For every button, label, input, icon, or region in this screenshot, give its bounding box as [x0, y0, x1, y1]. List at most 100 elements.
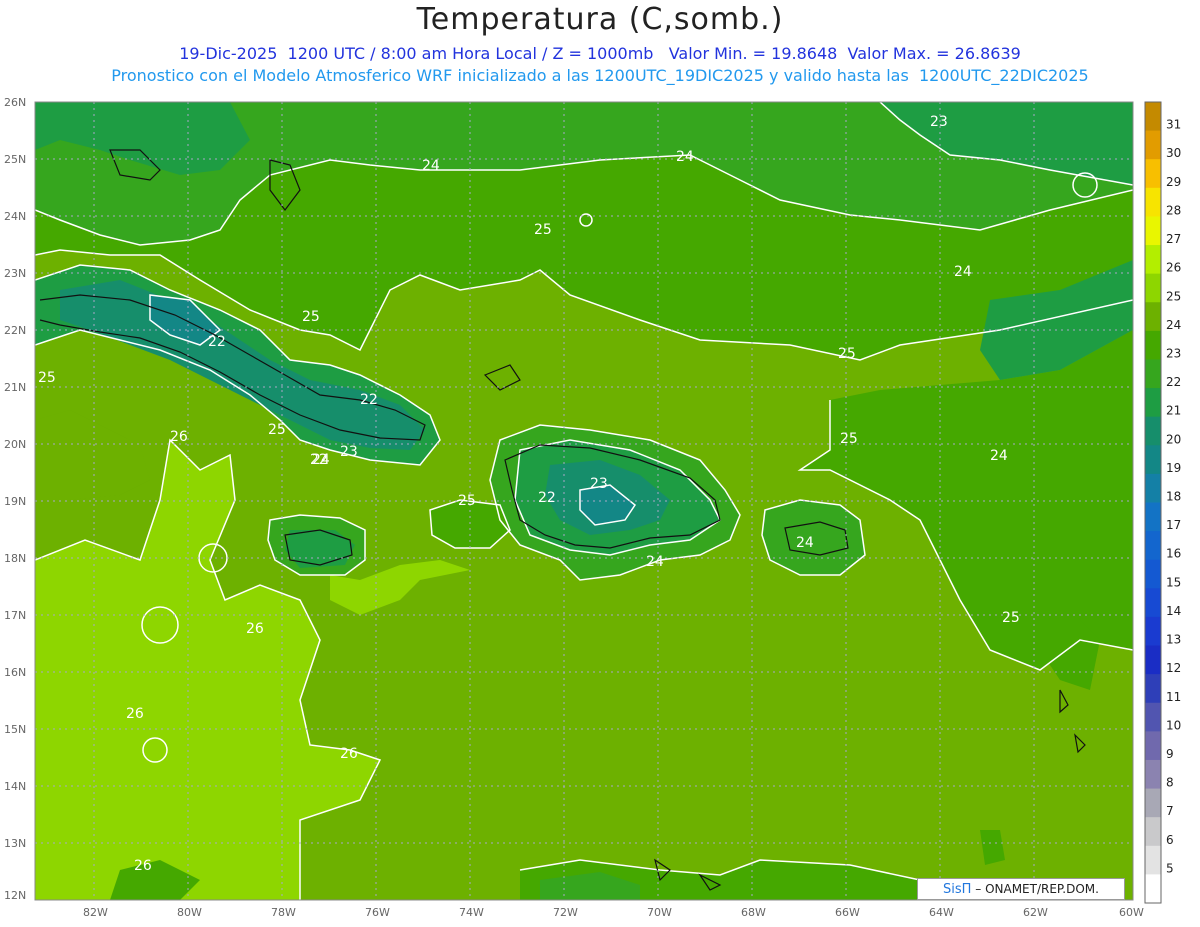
lon-label: 76W — [365, 906, 390, 919]
colorbar-label: 25 — [1166, 289, 1181, 303]
colorbar-label: 8 — [1166, 776, 1174, 790]
colorbar-label: 10 — [1166, 718, 1181, 732]
lon-label: 78W — [271, 906, 296, 919]
lat-label: 14N — [4, 780, 26, 793]
lat-label: 22N — [4, 324, 26, 337]
colorbar-swatch — [1145, 559, 1161, 589]
contour-label: 24 — [646, 554, 664, 570]
colorbar-label: 11 — [1166, 690, 1181, 704]
contour-label: 25 — [838, 346, 856, 362]
contour-label: 23 — [590, 476, 608, 492]
colorbar-swatch — [1145, 273, 1161, 303]
colorbar-swatch — [1145, 473, 1161, 503]
latitude-axis: 26N 25N 24N 23N 22N 21N 20N 19N 18N 17N … — [4, 96, 26, 902]
colorbar-label: 5 — [1166, 861, 1174, 875]
lon-label: 74W — [459, 906, 484, 919]
lon-label: 66W — [835, 906, 860, 919]
contour-label: 24 — [954, 264, 972, 280]
colorbar: 31 30 29 28 27 26 25 24 23 22 21 20 19 18 17 16 15 14 13 12… — [1144, 101, 1181, 904]
colorbar-swatch — [1145, 645, 1161, 675]
lat-label: 15N — [4, 723, 26, 736]
colorbar-label: 9 — [1166, 747, 1174, 761]
colorbar-swatch — [1145, 531, 1161, 561]
contour-label: 25 — [534, 222, 552, 238]
lat-label: 18N — [4, 552, 26, 565]
colorbar-label: 26 — [1166, 261, 1181, 275]
colorbar-swatch — [1145, 159, 1161, 189]
colorbar-swatch — [1145, 674, 1161, 704]
contour-label: 25 — [1002, 610, 1020, 626]
contour-label: 26 — [170, 429, 188, 445]
lat-label: 21N — [4, 381, 26, 394]
lat-label: 17N — [4, 609, 26, 622]
colorbar-label: 12 — [1166, 661, 1181, 675]
contour-label: 25 — [302, 309, 320, 325]
contour-label: 25 — [458, 493, 476, 509]
lat-label: 25N — [4, 153, 26, 166]
contour-label: 24 — [796, 535, 814, 551]
colorbar-swatch — [1145, 130, 1161, 160]
colorbar-label: 27 — [1166, 232, 1181, 246]
colorbar-label: 19 — [1166, 461, 1181, 475]
colorbar-label: 15 — [1166, 575, 1181, 589]
contour-label: 24 — [676, 149, 694, 165]
longitude-axis: 82W 80W 78W 76W 74W 72W 70W 68W 66W 64W … — [83, 906, 1144, 919]
lat-label: 13N — [4, 837, 26, 850]
colorbar-label: 13 — [1166, 633, 1181, 647]
colorbar-swatch — [1145, 216, 1161, 246]
colorbar-label: 6 — [1166, 833, 1174, 847]
contour-label: 22 — [538, 490, 556, 506]
colorbar-label: 24 — [1166, 318, 1181, 332]
colorbar-swatch — [1145, 416, 1161, 446]
colorbar-swatch — [1145, 388, 1161, 418]
lat-label: 26N — [4, 96, 26, 109]
lat-label: 16N — [4, 666, 26, 679]
colorbar-swatch — [1145, 102, 1161, 132]
colorbar-label: 28 — [1166, 203, 1181, 217]
colorbar-label: 20 — [1166, 432, 1181, 446]
credit-sis: SisΠ — [943, 882, 972, 897]
lat-label: 20N — [4, 438, 26, 451]
lat-label: 19N — [4, 495, 26, 508]
lon-label: 72W — [553, 906, 578, 919]
colorbar-swatch — [1145, 616, 1161, 647]
lat-label: 23N — [4, 267, 26, 280]
contour-label: 26 — [134, 858, 152, 874]
colorbar-swatch — [1145, 245, 1161, 275]
colorbar-label: 29 — [1166, 175, 1181, 189]
weather-map: 24 24 23 24 25 25 22 22 25 25 22 25 24 2… — [4, 96, 1181, 919]
colorbar-swatch — [1145, 817, 1161, 847]
contour-label: 26 — [246, 621, 264, 637]
colorbar-swatch — [1145, 788, 1161, 818]
colorbar-label: 21 — [1166, 404, 1181, 418]
colorbar-swatch — [1145, 359, 1161, 389]
lat-label: 24N — [4, 210, 26, 223]
lon-label: 70W — [647, 906, 672, 919]
colorbar-swatch — [1145, 702, 1161, 732]
colorbar-swatch — [1145, 759, 1161, 790]
colorbar-label: 30 — [1166, 146, 1181, 160]
credit-box: SisΠ – ONAMET/REP.DOM. — [917, 878, 1125, 900]
contour-label: 25 — [38, 370, 56, 386]
colorbar-swatch — [1145, 445, 1161, 475]
colorbar-swatch — [1145, 588, 1161, 618]
contour-label: 26 — [340, 746, 358, 762]
colorbar-swatch — [1145, 845, 1161, 875]
lat-label: 12N — [4, 889, 26, 902]
colorbar-label: 23 — [1166, 346, 1181, 360]
contour-label: 22 — [360, 392, 378, 408]
temperature-field: 24 24 23 24 25 25 22 22 25 25 22 25 24 2… — [35, 102, 1133, 900]
contour-label: 26 — [126, 706, 144, 722]
colorbar-label: 31 — [1166, 118, 1181, 132]
lon-label: 62W — [1023, 906, 1048, 919]
colorbar-label: 22 — [1166, 375, 1181, 389]
lon-label: 64W — [929, 906, 954, 919]
contour-label: 25 — [840, 431, 858, 447]
lon-label: 68W — [741, 906, 766, 919]
colorbar-label: 14 — [1166, 604, 1181, 618]
colorbar-swatch — [1145, 330, 1161, 360]
colorbar-label: 7 — [1166, 804, 1174, 818]
contour-label: 24 — [990, 448, 1008, 464]
contour-label: 23 — [930, 114, 948, 130]
colorbar-swatch — [1145, 302, 1161, 332]
